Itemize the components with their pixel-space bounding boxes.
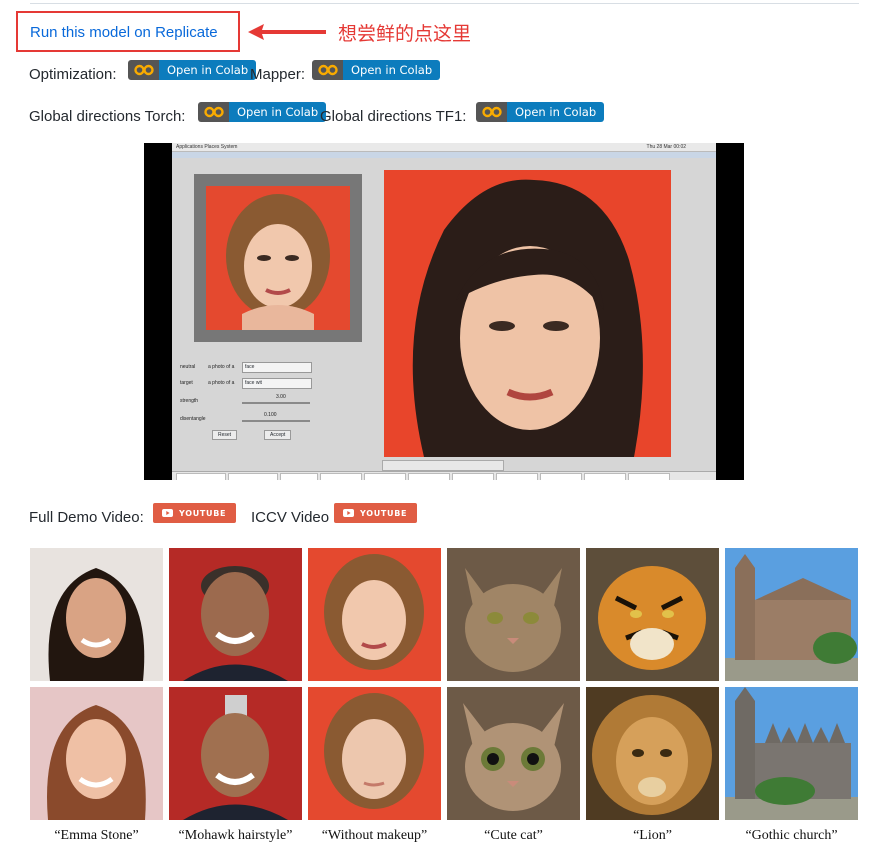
- output-image-emma-stone: [30, 687, 163, 820]
- colab-logo-icon: [476, 102, 507, 122]
- caption-lion: “Lion”: [633, 828, 672, 843]
- disentangle-label: disentangle: [180, 416, 206, 422]
- input-image-church: [725, 548, 858, 681]
- taskbar-item: [452, 473, 494, 480]
- annotation-text: 想尝鲜的点这里: [338, 23, 472, 45]
- iccv-youtube-badge[interactable]: YOUTUBE: [334, 503, 418, 523]
- taskbar-item: [364, 473, 406, 480]
- input-image-emma: [30, 548, 163, 681]
- output-image-gothic-church: [725, 687, 858, 820]
- target-input[interactable]: face wit: [242, 378, 312, 389]
- neutral-input[interactable]: face: [242, 362, 312, 373]
- desktop-taskbar: [172, 471, 716, 480]
- strength-value: 3.00: [276, 394, 286, 400]
- colab-logo-icon: [128, 60, 159, 80]
- input-image-cat: [447, 548, 580, 681]
- colab-badge-text: Open in Colab: [343, 60, 441, 80]
- strength-slider[interactable]: [242, 402, 310, 404]
- global-directions-tf1-label: Global directions TF1:: [320, 108, 467, 125]
- top-divider: [30, 3, 859, 4]
- taskbar-item: [584, 473, 626, 480]
- input-image-man-1: [169, 548, 302, 681]
- output-image-mohawk: [169, 687, 302, 820]
- full-demo-youtube-badge[interactable]: YOUTUBE: [153, 503, 237, 523]
- taskbar-item: [320, 473, 362, 480]
- desktop-top-panel: Applications Places System Thu 28 Mar 00…: [172, 143, 716, 152]
- colab-logo-icon: [312, 60, 343, 80]
- arrow-left-icon: [248, 24, 326, 40]
- reset-button[interactable]: Reset: [212, 430, 238, 440]
- input-image-woman-2: [308, 548, 441, 681]
- input-face-image: [206, 186, 350, 330]
- replicate-link[interactable]: Run this model on Replicate: [30, 24, 218, 41]
- colab-logo-icon: [198, 102, 229, 122]
- mapper-label: Mapper:: [250, 66, 306, 83]
- taskbar-item: [540, 473, 582, 480]
- colab-badge-text: Open in Colab: [507, 102, 605, 122]
- accept-button[interactable]: Accept: [264, 430, 292, 440]
- caption-mohawk-hairstyle: “Mohawk hairstyle”: [178, 828, 293, 843]
- mapper-colab-badge[interactable]: Open in Colab: [312, 60, 441, 80]
- output-image-cute-cat: [447, 687, 580, 820]
- taskbar-item: [408, 473, 450, 480]
- disentangle-slider[interactable]: [242, 420, 310, 422]
- input-image-frame: [194, 174, 362, 342]
- caption-without-makeup: “Without makeup”: [321, 828, 428, 843]
- youtube-badge-text: YOUTUBE: [360, 508, 408, 518]
- iccv-video-label: ICCV Video: [251, 509, 330, 526]
- demo-desktop: Applications Places System Thu 28 Mar 00…: [172, 143, 716, 480]
- taskbar-item: [628, 473, 670, 480]
- caption-cute-cat: “Cute cat”: [484, 828, 543, 843]
- disentangle-value: 0.100: [264, 412, 277, 418]
- taskbar-item: [280, 473, 318, 480]
- output-face-image: [384, 170, 671, 457]
- demo-screenshot: Applications Places System Thu 28 Mar 00…: [144, 143, 744, 480]
- youtube-play-icon: [162, 509, 173, 517]
- target-hint: a photo of a: [208, 380, 235, 386]
- caption-emma-stone: “Emma Stone”: [54, 828, 139, 843]
- replicate-highlight-box: Run this model on Replicate: [16, 11, 240, 52]
- colab-badge-text: Open in Colab: [159, 60, 257, 80]
- global-torch-colab-badge[interactable]: Open in Colab: [198, 102, 327, 122]
- strength-label: strength: [180, 398, 199, 404]
- youtube-play-icon: [343, 509, 354, 517]
- styleclip-window: neutral a photo of a face target a photo…: [172, 158, 716, 471]
- full-demo-video-label: Full Demo Video:: [29, 509, 144, 526]
- neutral-input-value: face: [245, 364, 255, 370]
- optimization-label: Optimization:: [29, 66, 117, 83]
- optimization-colab-badge[interactable]: Open in Colab: [128, 60, 257, 80]
- panel-clock: Thu 28 Mar 00:02: [646, 144, 686, 150]
- input-image-tiger: [586, 548, 719, 681]
- taskbar-item: [176, 473, 226, 480]
- taskbar-item: [228, 473, 278, 480]
- neutral-label: neutral: [180, 364, 196, 370]
- status-bar: [382, 460, 504, 471]
- global-directions-torch-label: Global directions Torch:: [29, 108, 186, 125]
- target-input-value: face wit: [245, 380, 262, 386]
- global-tf1-colab-badge[interactable]: Open in Colab: [476, 102, 605, 122]
- colab-badge-text: Open in Colab: [229, 102, 327, 122]
- output-image-without-makeup: [308, 687, 441, 820]
- target-label: target: [180, 380, 193, 386]
- youtube-badge-text: YOUTUBE: [179, 508, 227, 518]
- neutral-hint: a photo of a: [208, 364, 235, 370]
- taskbar-item: [496, 473, 538, 480]
- caption-gothic-church: “Gothic church”: [745, 828, 838, 843]
- output-image-lion: [586, 687, 719, 820]
- panel-menu-text: Applications Places System: [176, 144, 238, 150]
